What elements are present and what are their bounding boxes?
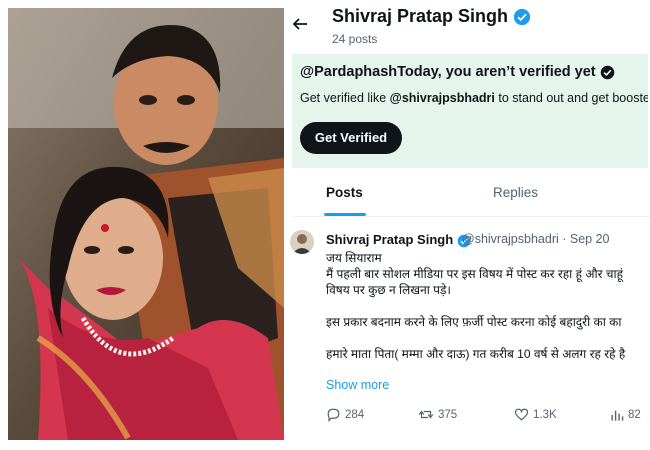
posts-count: 24 posts (332, 32, 378, 46)
profile-name: Shivraj Pratap Singh (332, 6, 531, 27)
post-line (326, 298, 646, 314)
get-verified-button[interactable]: Get Verified (300, 122, 402, 154)
tab-replies-label: Replies (493, 185, 539, 200)
reply-action[interactable]: 284 (326, 406, 364, 424)
post-text: जय सियाराम मैं पहली बार सोशल मीडिया पर इ… (326, 250, 646, 362)
post-line: मैं पहली बार सोशल मीडिया पर इस विषय में … (326, 267, 623, 281)
promo-title: @PardaphashToday, you aren’t verified ye… (300, 64, 615, 80)
repost-icon (418, 410, 434, 419)
tab-posts[interactable]: Posts (324, 170, 366, 216)
verified-badge-icon (513, 9, 531, 26)
post-item[interactable]: Shivraj Pratap Singh @shivrajpsbhadri · … (286, 222, 650, 450)
post-line: हमारे माता पिता( मम्मा और दाऊ) गत करीब 1… (326, 347, 626, 361)
post-author[interactable]: Shivraj Pratap Singh (326, 232, 471, 248)
avatar[interactable] (290, 230, 314, 254)
post-actions: 284 375 1.3K 82 (326, 406, 650, 424)
repost-count: 375 (438, 409, 458, 421)
profile-name-text: Shivraj Pratap Singh (332, 6, 509, 26)
tab-posts-label: Posts (326, 185, 363, 200)
post-author-name: Shivraj Pratap Singh (326, 232, 454, 247)
views-chart-icon (611, 410, 624, 421)
couple-photo-illustration (8, 8, 284, 440)
post-meta: @shivrajpsbhadri · Sep 20 (462, 232, 610, 246)
repost-action[interactable]: 375 (418, 406, 457, 424)
profile-tabs: Posts Replies (292, 170, 650, 217)
profile-header: Shivraj Pratap Singh 24 posts (286, 0, 650, 54)
verification-promo: @PardaphashToday, you aren’t verified ye… (292, 54, 648, 168)
reply-count: 284 (345, 409, 365, 421)
back-arrow-icon[interactable] (292, 16, 308, 37)
post-photo[interactable] (8, 8, 284, 440)
post-line: विषय पर कुछ न लिखना पड़े। (326, 283, 451, 297)
like-count: 1.3K (533, 409, 557, 421)
post-line: इस प्रकार बदनाम करने के लिए फ़र्जी पोस्ट… (326, 315, 622, 329)
tab-replies[interactable]: Replies (493, 170, 538, 216)
like-action[interactable]: 1.3K (514, 406, 557, 424)
verified-badge-dark-icon (600, 65, 614, 79)
profile-panel: Shivraj Pratap Singh 24 posts @Pardaphas… (286, 0, 650, 450)
reply-icon (327, 409, 340, 423)
post-line (326, 330, 646, 346)
promo-text: Get verified like @shivrajpsbhadri to st… (300, 91, 648, 105)
promo-title-text: @PardaphashToday, you aren’t verified ye… (300, 64, 596, 80)
promo-text-suffix: to stand out and get booste (494, 91, 648, 105)
views-count: 82 (628, 409, 641, 421)
post-line: जय सियाराम (326, 251, 382, 265)
promo-text-prefix: Get verified like (300, 91, 390, 105)
show-more-link[interactable]: Show more (326, 378, 389, 392)
active-tab-indicator (324, 213, 366, 216)
views-action[interactable]: 82 (610, 406, 641, 424)
promo-text-handle: @shivrajpsbhadri (389, 91, 495, 105)
heart-icon (514, 409, 529, 421)
